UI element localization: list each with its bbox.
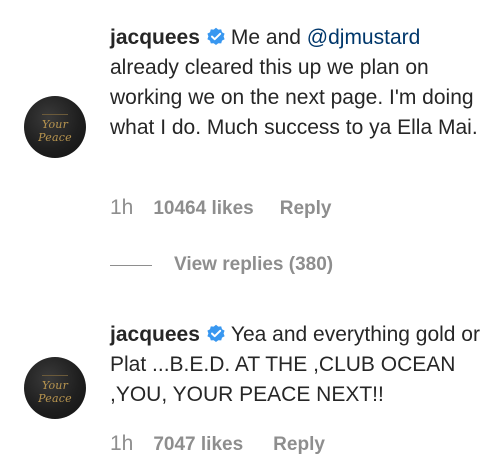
comment-text-rest: already cleared this up we plan on worki… bbox=[110, 56, 478, 139]
username[interactable]: jacquees bbox=[110, 26, 200, 49]
timestamp[interactable]: 1h bbox=[110, 432, 133, 456]
verified-badge-icon bbox=[206, 26, 226, 46]
avatar-decoration bbox=[42, 114, 68, 115]
avatar[interactable]: Your Peace bbox=[24, 357, 86, 419]
avatar[interactable]: Your Peace bbox=[24, 96, 86, 158]
comment-meta: 1h 10464 likes Reply bbox=[110, 196, 331, 222]
likes-count[interactable]: 7047 likes bbox=[153, 434, 243, 456]
view-replies-button[interactable]: View replies (380) bbox=[110, 252, 333, 278]
avatar-decoration bbox=[42, 375, 68, 376]
comment-body: jacquees Me and @djmustard already cleare… bbox=[110, 23, 490, 143]
avatar-logo-text: Your Peace bbox=[38, 379, 72, 405]
reply-button[interactable]: Reply bbox=[273, 434, 325, 456]
avatar-logo-text: Your Peace bbox=[38, 118, 72, 144]
timestamp[interactable]: 1h bbox=[110, 196, 133, 220]
likes-count[interactable]: 10464 likes bbox=[153, 198, 253, 220]
view-replies-divider bbox=[110, 264, 152, 266]
username[interactable]: jacquees bbox=[110, 323, 200, 346]
verified-badge-icon bbox=[206, 323, 226, 343]
mention-link[interactable]: @djmustard bbox=[307, 26, 421, 49]
comment: Your Peace jacquees Me and @djmustard alr… bbox=[0, 0, 500, 240]
comment-text-prefix: Me and bbox=[230, 26, 307, 49]
view-replies-label: View replies (380) bbox=[174, 254, 334, 275]
comment: Your Peace jacquees Yea and everything go… bbox=[0, 305, 500, 465]
comment-body: jacquees Yea and everything gold or Plat … bbox=[110, 320, 490, 410]
reply-button[interactable]: Reply bbox=[280, 198, 332, 220]
comment-meta: 1h 7047 likes Reply bbox=[110, 432, 325, 458]
